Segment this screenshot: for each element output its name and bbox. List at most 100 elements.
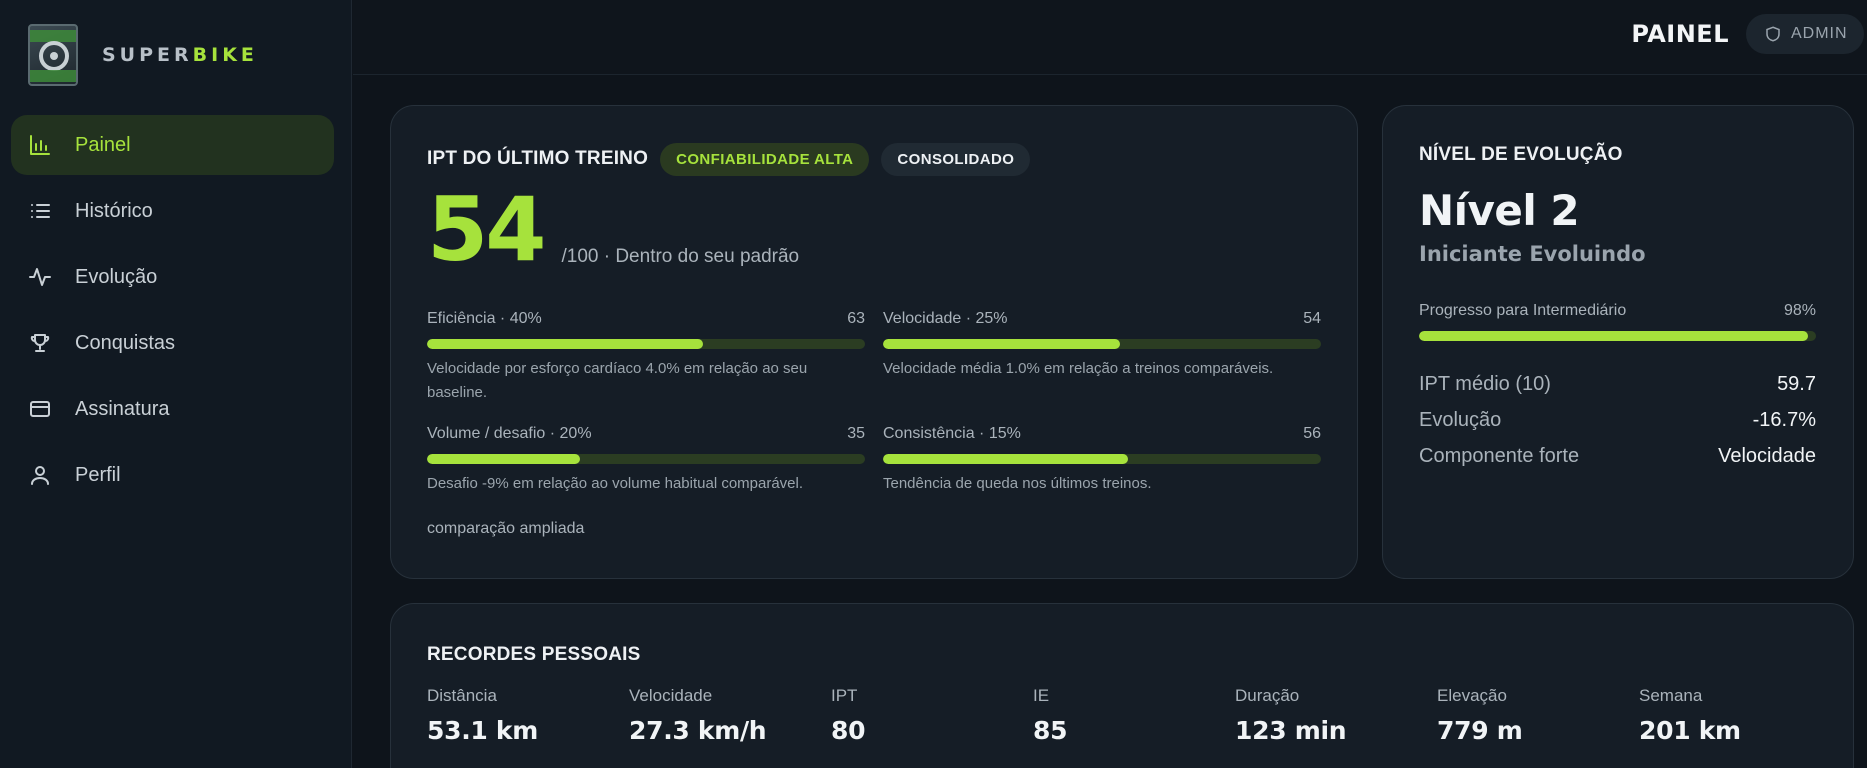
progress-bar-fill xyxy=(1419,331,1809,341)
record-item: Velocidade 27.3 km/h xyxy=(629,686,831,745)
stat-label: Componente forte xyxy=(1419,444,1580,467)
record-label: Elevação xyxy=(1437,686,1507,705)
metric-bar-fill xyxy=(883,454,1129,464)
sidebar-item-conquistas[interactable]: Conquistas xyxy=(11,313,334,373)
record-label: IE xyxy=(1033,686,1050,705)
sidebar-item-historico[interactable]: Histórico xyxy=(11,181,334,241)
metric-bar xyxy=(427,339,865,349)
level-title: NÍVEL DE EVOLUÇÃO xyxy=(1419,144,1623,165)
credit-card-icon xyxy=(30,401,50,417)
stat-label: IPT médio (10) xyxy=(1419,372,1551,395)
record-label: IPT xyxy=(831,686,858,705)
record-label: Duração xyxy=(1235,686,1300,705)
metric-label: Consistência · 15% xyxy=(883,425,1021,442)
level-name: Nível 2 xyxy=(1419,186,1580,235)
metric-label: Eficiência · 40% xyxy=(427,310,542,327)
app: SUPERBIKE Painel Histórico Evolução Conq… xyxy=(0,0,1867,768)
record-label: Semana xyxy=(1639,686,1703,705)
ipt-score-sub: /100 · Dentro do seu padrão xyxy=(561,246,800,267)
user-icon xyxy=(31,466,49,485)
record-value: 123 min xyxy=(1235,716,1347,745)
page-title: PAINEL xyxy=(1631,20,1729,48)
level-subtitle: Iniciante Evoluindo xyxy=(1419,242,1646,266)
record-value: 779 m xyxy=(1437,716,1523,745)
admin-label: ADMIN xyxy=(1791,25,1848,42)
list-icon xyxy=(31,204,50,218)
sidebar-item-perfil[interactable]: Perfil xyxy=(11,445,334,505)
record-value: 27.3 km/h xyxy=(629,716,767,745)
progress-bar xyxy=(1419,331,1816,341)
record-label: Distância xyxy=(427,686,497,705)
compare-link[interactable]: comparação ampliada xyxy=(427,520,584,538)
metric-value: 56 xyxy=(1303,425,1321,442)
brand-name: SUPERBIKE xyxy=(102,44,258,66)
trophy-icon xyxy=(30,334,50,352)
metric-bar xyxy=(427,454,865,464)
progress-label: Progresso para Intermediário xyxy=(1419,302,1627,319)
metric-value: 63 xyxy=(847,310,865,327)
stat-value: -16.7% xyxy=(1752,408,1816,431)
ipt-header: IPT DO ÚLTIMO TREINO CONFIABILIDADE ALTA… xyxy=(427,142,1031,176)
stat-row: Evolução -16.7% xyxy=(1419,402,1816,438)
record-value: 80 xyxy=(831,716,866,745)
records-list: Distância 53.1 km Velocidade 27.3 km/h IPT… xyxy=(427,686,1841,745)
metric-value: 35 xyxy=(847,425,865,442)
metric-label: Volume / desafio · 20% xyxy=(427,425,592,442)
brand[interactable]: SUPERBIKE xyxy=(28,24,258,86)
ipt-score: 54 xyxy=(427,178,546,281)
metric-desc: Velocidade média 1.0% em relação a trein… xyxy=(883,360,1274,377)
sidebar-item-label: Conquistas xyxy=(75,331,176,354)
metric-desc: Tendência de queda nos últimos treinos. xyxy=(883,475,1152,492)
record-value: 85 xyxy=(1033,716,1068,745)
sidebar: SUPERBIKE Painel Histórico Evolução Conq… xyxy=(0,0,352,768)
status-badge: CONSOLIDADO xyxy=(881,142,1031,176)
sidebar-item-label: Assinatura xyxy=(75,397,170,420)
metric-bar-fill xyxy=(427,454,581,464)
record-item: Semana 201 km xyxy=(1639,686,1841,745)
shield-icon xyxy=(1766,26,1780,42)
record-value: 201 km xyxy=(1639,716,1741,745)
metric-bar-fill xyxy=(427,339,703,349)
record-item: Duração 123 min xyxy=(1235,686,1437,745)
level-card: NÍVEL DE EVOLUÇÃO Nível 2 Iniciante Evol… xyxy=(1382,105,1854,579)
sidebar-item-label: Histórico xyxy=(75,199,153,222)
stat-row: IPT médio (10) 59.7 xyxy=(1419,366,1816,402)
metric-volume: Volume / desafio · 20% 35 Desafio -9% em … xyxy=(427,425,865,496)
sidebar-item-assinatura[interactable]: Assinatura xyxy=(11,379,334,439)
sidebar-item-painel[interactable]: Painel xyxy=(11,115,334,175)
metric-label: Velocidade · 25% xyxy=(883,310,1008,327)
score-row: 54 /100 · Dentro do seu padrão xyxy=(427,186,799,274)
sidebar-item-label: Evolução xyxy=(75,265,158,288)
sidebar-item-evolucao[interactable]: Evolução xyxy=(11,247,334,307)
stat-value: Velocidade xyxy=(1718,444,1816,467)
sidebar-item-label: Perfil xyxy=(75,463,121,486)
record-item: Elevação 779 m xyxy=(1437,686,1639,745)
metric-velocidade: Velocidade · 25% 54 Velocidade média 1.0%… xyxy=(883,310,1321,381)
admin-badge[interactable]: ADMIN xyxy=(1746,14,1864,54)
activity-icon xyxy=(29,268,51,286)
ipt-card: IPT DO ÚLTIMO TREINO CONFIABILIDADE ALTA… xyxy=(390,105,1358,579)
metric-bar xyxy=(883,454,1321,464)
superbike-logo xyxy=(28,24,78,86)
confidence-badge: CONFIABILIDADE ALTA xyxy=(660,142,870,176)
sidebar-item-label: Painel xyxy=(75,133,131,156)
top-bar: PAINEL ADMIN xyxy=(353,0,1867,75)
metric-consistencia: Consistência · 15% 56 Tendência de queda … xyxy=(883,425,1321,496)
records-title: RECORDES PESSOAIS xyxy=(427,644,641,665)
metric-bar-fill xyxy=(883,339,1120,349)
metric-bar xyxy=(883,339,1321,349)
stat-value: 59.7 xyxy=(1777,372,1816,395)
record-item: IE 85 xyxy=(1033,686,1235,745)
record-label: Velocidade xyxy=(629,686,713,705)
sidebar-nav: Painel Histórico Evolução Conquistas Ass… xyxy=(11,115,334,511)
records-card: RECORDES PESSOAIS Distância 53.1 km Veloc… xyxy=(390,603,1854,768)
metric-value: 54 xyxy=(1303,310,1321,327)
record-value: 53.1 km xyxy=(427,716,538,745)
record-item: Distância 53.1 km xyxy=(427,686,629,745)
metric-eficiencia: Eficiência · 40% 63 Velocidade por esforç… xyxy=(427,310,865,405)
metric-desc: Desafio -9% em relação ao volume habitua… xyxy=(427,475,804,492)
stat-label: Evolução xyxy=(1419,408,1502,431)
progress-value: 98% xyxy=(1783,302,1816,319)
record-item: IPT 80 xyxy=(831,686,1033,745)
level-progress: Progresso para Intermediário 98% xyxy=(1419,302,1816,341)
